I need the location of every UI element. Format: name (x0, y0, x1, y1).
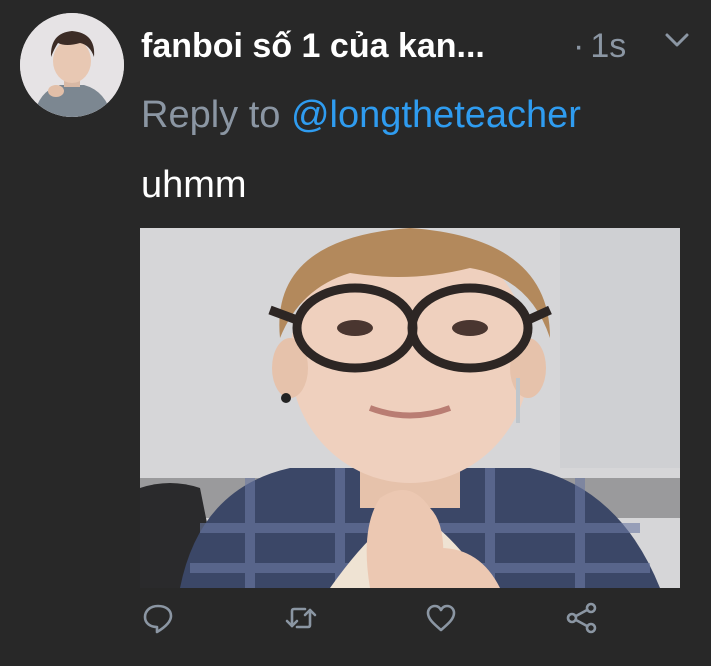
share-icon[interactable] (564, 600, 600, 640)
reply-to-label: Reply to (141, 94, 281, 136)
time-value: 1s (590, 27, 627, 65)
tweet-text: uhmm (141, 164, 247, 206)
chevron-down-icon[interactable] (663, 28, 691, 52)
tweet-media-image[interactable] (140, 228, 680, 588)
media-photo (140, 228, 680, 588)
time-separator: · (573, 27, 585, 65)
display-name[interactable]: fanboi số 1 của kan... (141, 26, 485, 66)
tweet-header: fanboi số 1 của kan... · 1s (141, 22, 696, 70)
timestamp: · 1s (573, 26, 626, 66)
reply-to-handle-link[interactable]: @longtheteacher (291, 94, 581, 136)
avatar-image (20, 13, 124, 117)
retweet-icon[interactable] (283, 600, 319, 640)
tweet-actions (140, 600, 620, 644)
heart-icon[interactable] (423, 600, 459, 640)
avatar[interactable] (20, 13, 124, 117)
reply-icon[interactable] (140, 600, 176, 640)
reply-to-line: Reply to @longtheteacher (141, 92, 581, 138)
